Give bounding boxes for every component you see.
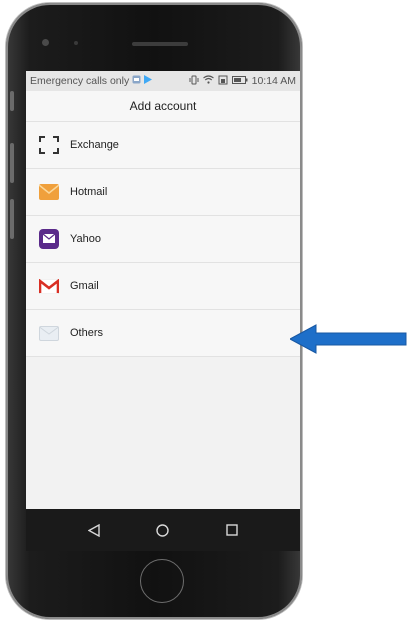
carrier-text: Emergency calls only — [30, 75, 130, 87]
back-icon[interactable] — [83, 519, 105, 541]
front-camera — [42, 39, 49, 46]
account-item-gmail[interactable]: Gmail — [26, 263, 300, 310]
notification-icon — [132, 75, 141, 87]
play-store-icon — [144, 75, 153, 87]
account-label: Yahoo — [70, 233, 101, 245]
volume-up-button — [10, 143, 14, 183]
navigation-bar — [26, 509, 300, 551]
page-title: Add account — [129, 99, 197, 113]
volume-down-button — [10, 199, 14, 239]
account-list: Exchange Hotmail Yahoo Gmail Others — [26, 122, 300, 357]
account-item-yahoo[interactable]: Yahoo — [26, 216, 300, 263]
home-icon[interactable] — [152, 519, 174, 541]
wifi-icon — [202, 75, 214, 87]
account-label: Others — [70, 327, 104, 339]
exchange-icon — [38, 134, 60, 156]
status-time: 10:14 AM — [251, 75, 296, 87]
earpiece-speaker — [132, 42, 188, 46]
account-label: Gmail — [70, 280, 99, 292]
phone-frame: Emergency calls only 10:14 AM Add accoun… — [6, 3, 302, 619]
account-label: Hotmail — [70, 186, 108, 198]
mute-switch — [10, 91, 14, 111]
account-item-exchange[interactable]: Exchange — [26, 122, 300, 169]
others-mail-icon — [38, 322, 60, 344]
physical-home-button[interactable] — [140, 559, 184, 603]
empty-content-area — [26, 363, 300, 509]
page-title-bar: Add account — [26, 91, 300, 122]
gmail-icon — [38, 275, 60, 297]
account-item-others[interactable]: Others — [26, 310, 300, 357]
hotmail-icon — [38, 181, 60, 203]
pointer-arrow-icon — [288, 323, 407, 360]
vibrate-icon — [189, 75, 199, 88]
proximity-sensor — [74, 41, 78, 45]
phone-screen: Emergency calls only 10:14 AM Add accoun… — [26, 71, 300, 551]
sim-icon — [218, 75, 228, 88]
yahoo-icon — [38, 228, 60, 250]
recents-icon[interactable] — [221, 519, 243, 541]
account-item-hotmail[interactable]: Hotmail — [26, 169, 300, 216]
battery-icon — [231, 75, 248, 87]
account-label: Exchange — [70, 139, 119, 151]
status-bar: Emergency calls only 10:14 AM — [26, 71, 300, 91]
